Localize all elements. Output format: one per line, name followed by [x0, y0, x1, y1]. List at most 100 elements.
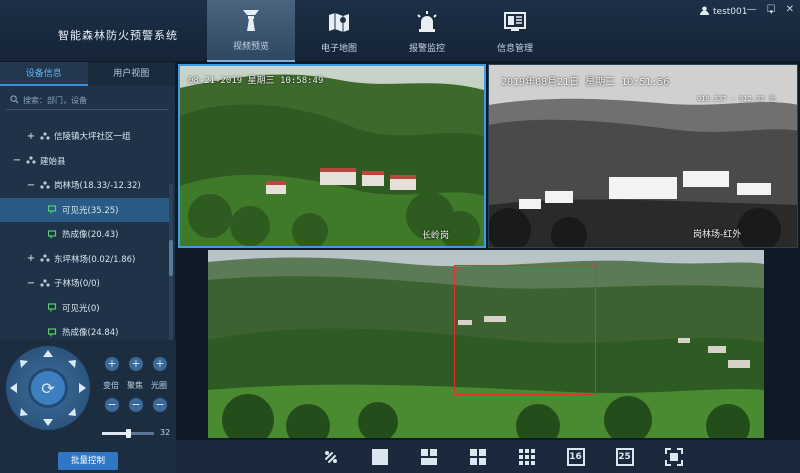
ptz-direction-pad[interactable]: ⟳	[6, 346, 90, 430]
focus-label: 聚焦	[127, 381, 143, 390]
fullscreen-button[interactable]	[649, 440, 698, 473]
tree-item[interactable]: + 东坪林场(0.02/1.86)	[0, 247, 170, 272]
layout-9-button[interactable]	[502, 440, 551, 473]
group-icon	[40, 254, 50, 262]
tree-item-label: 可见光(0)	[62, 303, 100, 314]
tab-device-info[interactable]: 设备信息	[0, 62, 88, 86]
main-nav: 视频预览 电子地图 报警监控 信息管理	[207, 0, 559, 62]
nav-info-manage[interactable]: 信息管理	[471, 0, 559, 62]
group-icon	[26, 156, 36, 164]
zoom-in-button[interactable]: +	[105, 357, 119, 371]
video-grid: 08-21-2019 星期三 10:58:49 长岭岗 2019年08月21日 …	[176, 62, 800, 440]
expand-icon[interactable]: +	[26, 131, 36, 142]
arrow-up-right-icon	[68, 360, 76, 368]
tree-item-selected[interactable]: 可见光(35.25)	[0, 197, 170, 222]
device-tree: + 信陵镇大坪社区一组 − 建始县 − 岗林场(18.33/-12.32) 可见…	[0, 124, 170, 345]
video-frame-2	[489, 65, 797, 247]
arrow-down-right-icon	[68, 408, 76, 416]
minimize-button[interactable]: —	[747, 4, 757, 15]
layout-16-icon: 16	[566, 447, 585, 466]
focus-in-button[interactable]: +	[129, 357, 143, 371]
arrow-up-left-icon	[20, 360, 28, 368]
video-window-1[interactable]: 08-21-2019 星期三 10:58:49 长岭岗	[178, 64, 486, 248]
auto-rotate-button[interactable]: ⟳	[28, 368, 68, 408]
ptz-link-button[interactable]	[306, 440, 355, 473]
layout-25-button[interactable]: 25	[600, 440, 649, 473]
layout-25-label: 25	[618, 451, 631, 462]
nav-label: 视频预览	[232, 42, 269, 52]
iris-in-button[interactable]: +	[153, 357, 167, 371]
arrow-up-icon	[43, 350, 53, 357]
camera-icon	[48, 205, 57, 214]
tree-item[interactable]: 可见光(0)	[0, 296, 170, 321]
camera-icon	[48, 303, 57, 312]
tree-item-label: 可见光(35.25)	[62, 205, 119, 216]
layout-4-icon	[469, 448, 486, 465]
video-window-2[interactable]: 2019年08月21日 星期三 10:51:56 018.337 - 012.3…	[488, 64, 798, 248]
alarm-light-icon	[414, 9, 440, 35]
layout-25-icon: 25	[615, 447, 634, 466]
layout-toolbar: 16 25	[176, 440, 800, 473]
nav-electronic-map[interactable]: 电子地图	[295, 0, 383, 62]
batch-control-button[interactable]: 批量控制	[58, 452, 118, 470]
arrow-left-icon	[10, 383, 17, 393]
layout-9-icon	[518, 448, 535, 465]
nav-alarm-monitor[interactable]: 报警监控	[383, 0, 471, 62]
tree-item[interactable]: − 子林场(0/0)	[0, 271, 170, 296]
tower-camera-icon	[238, 7, 264, 33]
user-icon	[700, 6, 709, 18]
speed-slider-fill	[102, 432, 128, 435]
video-camera-label: 长岭岗	[422, 231, 450, 241]
search-icon	[10, 95, 19, 106]
app-title: 智能森林防火预警系统	[58, 29, 178, 42]
tree-scrollbar-thumb[interactable]	[169, 240, 173, 276]
focus-out-button[interactable]: −	[129, 398, 143, 412]
arrow-right-icon	[79, 383, 86, 393]
layout-16-label: 16	[569, 451, 582, 462]
arrow-down-icon	[43, 419, 53, 426]
collapse-icon[interactable]: −	[26, 278, 36, 289]
tree-item-label: 东坪林场(0.02/1.86)	[54, 254, 136, 265]
fullscreen-icon	[664, 447, 683, 466]
tree-item-label: 岗林场(18.33/-12.32)	[54, 181, 141, 192]
group-icon	[40, 132, 50, 140]
search-input[interactable]: 搜索：部门，设备	[6, 92, 169, 110]
map-icon	[326, 9, 352, 35]
video-timestamp: 08-21-2019 星期三 10:58:49	[188, 76, 324, 86]
iris-out-button[interactable]: −	[153, 398, 167, 412]
layout-16-button[interactable]: 16	[551, 440, 600, 473]
nav-video-preview[interactable]: 视频预览	[207, 0, 295, 62]
nav-label: 报警监控	[408, 44, 445, 54]
group-icon	[40, 279, 50, 287]
nav-label: 信息管理	[496, 44, 533, 54]
top-bar: 智能森林防火预警系统 视频预览 电子地图 报警监控 信息管理 test001 ▾…	[0, 0, 800, 62]
close-button[interactable]: ✕	[786, 4, 794, 15]
camera-icon	[48, 328, 57, 337]
layout-4-button[interactable]	[453, 440, 502, 473]
tree-item[interactable]: − 岗林场(18.33/-12.32)	[0, 173, 170, 198]
expand-icon[interactable]: +	[26, 253, 36, 264]
tree-item[interactable]: 热成像(20.43)	[0, 222, 170, 247]
video-timestamp: 2019年08月21日 星期三 10:51:56	[501, 77, 670, 88]
zoom-region-box[interactable]	[454, 265, 596, 395]
ptz-control: ⟳ + + + 变倍 聚焦 光圈 − − − 32 批量控制	[0, 340, 176, 473]
collapse-icon[interactable]: −	[12, 155, 22, 166]
panel-tabs: 设备信息 用户视图	[0, 62, 175, 86]
video-coordinates: 018.337 - 012.32 北	[697, 95, 776, 103]
maximize-button[interactable]: ☐	[767, 4, 776, 15]
video-window-3[interactable]	[208, 250, 764, 438]
user-name: test001	[713, 7, 748, 17]
zoom-out-button[interactable]: −	[105, 398, 119, 412]
layout-3-button[interactable]	[404, 440, 453, 473]
tree-item[interactable]: + 信陵镇大坪社区一组	[0, 124, 170, 149]
layout-3-icon	[420, 448, 437, 465]
collapse-icon[interactable]: −	[26, 180, 36, 191]
video-frame-1	[180, 66, 484, 246]
tab-user-view[interactable]: 用户视图	[87, 62, 175, 86]
speed-value: 32	[160, 428, 171, 437]
layout-1-button[interactable]	[355, 440, 404, 473]
speed-slider-handle[interactable]	[126, 429, 131, 438]
tree-item-label: 子林场(0/0)	[54, 279, 100, 290]
iris-label: 光圈	[151, 381, 167, 390]
tree-item[interactable]: − 建始县	[0, 149, 170, 174]
